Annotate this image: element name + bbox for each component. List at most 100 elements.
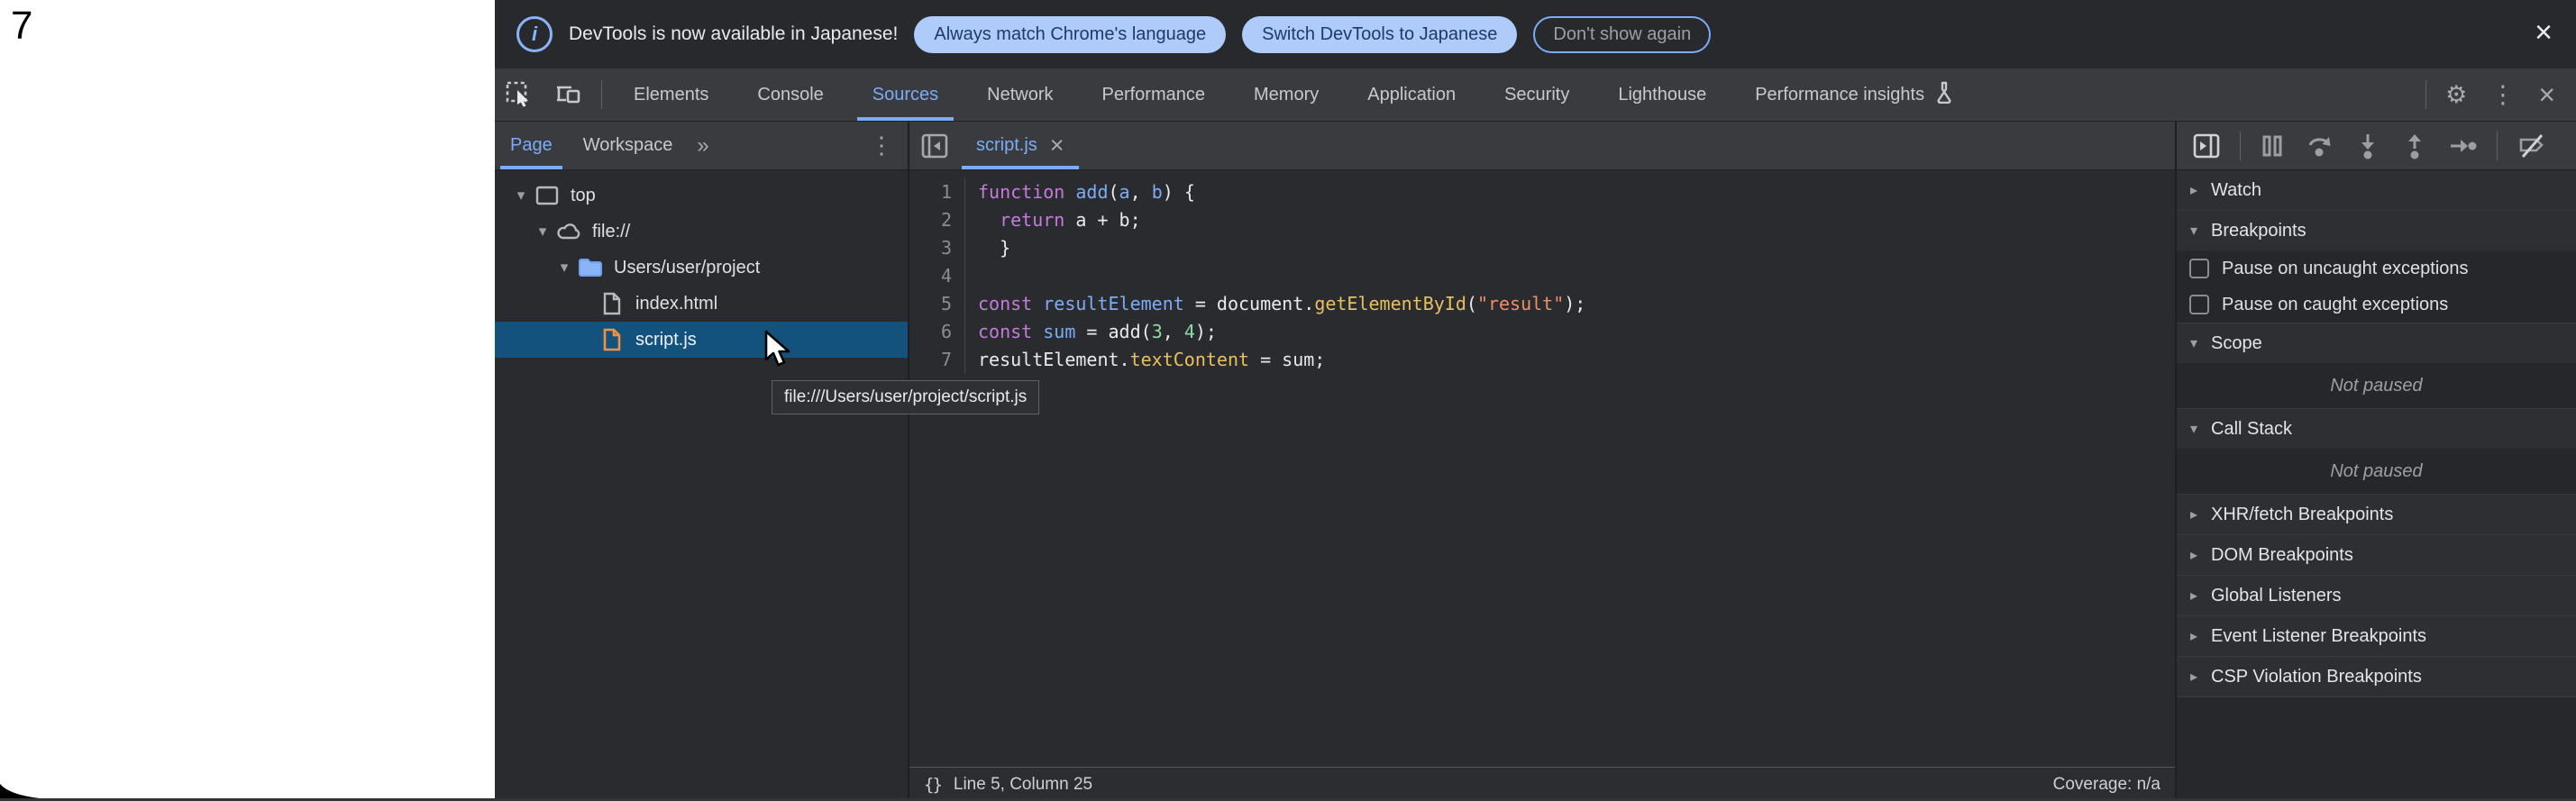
tab-lighthouse[interactable]: Lighthouse [1594, 68, 1731, 121]
more-options-icon[interactable]: ⋮ [2479, 68, 2526, 121]
tree-caret-icon[interactable]: ▾ [507, 187, 534, 205]
navigator-toolbar: PageWorkspace » ⋮ [495, 122, 908, 170]
code-line-text: return a + b; [965, 206, 1141, 234]
device-toolbar-icon[interactable] [544, 68, 594, 121]
line-number[interactable]: 7 [909, 346, 965, 374]
token-plain [978, 209, 1000, 231]
tree-item-index-html[interactable]: index.html [495, 286, 908, 322]
section-caret-icon[interactable]: ▸ [2177, 587, 2211, 605]
line-number[interactable]: 3 [909, 234, 965, 262]
file-tree: ▾top▾file://▾Users/user/projectindex.htm… [495, 170, 908, 801]
code-line: 7resultElement.textContent = sum; [909, 346, 2175, 374]
section-label: Global Listeners [2211, 586, 2342, 606]
tab-label: Application [1367, 85, 1456, 105]
dont-show-again-button[interactable]: Don't show again [1533, 16, 1711, 53]
tree-item-label: Users/user/project [614, 258, 760, 278]
pretty-print-icon[interactable]: {} [924, 775, 941, 795]
section-header-scope[interactable]: ▾Scope [2177, 323, 2576, 363]
section-header-event-listener-breakpoints[interactable]: ▸Event Listener Breakpoints [2177, 615, 2576, 656]
navigator-tab-workspace[interactable]: Workspace [568, 122, 689, 169]
deactivate-breakpoints-icon[interactable] [2507, 122, 2557, 169]
token-plain: ( [1466, 293, 1477, 314]
tab-network[interactable]: Network [963, 68, 1077, 121]
section-caret-icon[interactable]: ▸ [2177, 627, 2211, 645]
section-caret-icon[interactable]: ▸ [2177, 668, 2211, 686]
debugger-toolbar [2177, 122, 2576, 170]
tree-item-file[interactable]: ▾file:// [495, 214, 908, 250]
section-header-global-listeners[interactable]: ▸Global Listeners [2177, 575, 2576, 615]
tree-item-users-user-project[interactable]: ▾ Users/user/project [495, 250, 908, 286]
section-label: CSP Violation Breakpoints [2211, 667, 2422, 687]
tab-memory[interactable]: Memory [1229, 68, 1343, 121]
tree-item-label: index.html [635, 294, 717, 314]
match-chrome-language-button[interactable]: Always match Chrome's language [914, 16, 1226, 53]
tab-elements[interactable]: Elements [609, 68, 733, 121]
tab-performance[interactable]: Performance [1078, 68, 1230, 121]
token-plain: ( [1109, 181, 1119, 203]
step-icon[interactable] [2439, 122, 2488, 169]
tree-item-top[interactable]: ▾top [495, 177, 908, 214]
pause-script-icon[interactable] [2250, 122, 2295, 169]
tab-performance-insights[interactable]: Performance insights [1731, 68, 1979, 121]
tree-caret-icon[interactable]: ▾ [529, 223, 556, 241]
more-tabs-icon[interactable]: » [688, 133, 717, 159]
line-number[interactable]: 2 [909, 206, 965, 234]
tab-label: Network [987, 85, 1053, 105]
close-devtools-icon[interactable]: × [2526, 68, 2567, 121]
tree-item-script-js[interactable]: script.js [495, 322, 908, 358]
tab-sources[interactable]: Sources [848, 68, 963, 121]
section-header-call-stack[interactable]: ▾Call Stack [2177, 408, 2576, 449]
section-caret-icon[interactable]: ▾ [2177, 420, 2211, 438]
editor-tab-label: script.js [976, 135, 1037, 156]
coverage-text: Coverage: n/a [2053, 775, 2160, 795]
section-header-xhr-fetch-breakpoints[interactable]: ▸XHR/fetch Breakpoints [2177, 494, 2576, 534]
debugger-toolbar-separator [2240, 132, 2241, 160]
toggle-sidebar-panel-icon[interactable] [2182, 122, 2231, 169]
infobar-close-icon[interactable]: × [2535, 14, 2553, 50]
navigator-tab-page[interactable]: Page [495, 122, 568, 169]
checkbox-pause-on-caught-exceptions[interactable] [2189, 295, 2209, 314]
line-number[interactable]: 4 [909, 262, 965, 290]
section-empty-state: Not paused [2177, 363, 2576, 408]
checkbox-label: Pause on caught exceptions [2222, 295, 2448, 315]
section-caret-icon[interactable]: ▾ [2177, 334, 2211, 352]
tree-caret-icon[interactable]: ▾ [551, 259, 578, 277]
code-editor[interactable]: 1function add(a, b) {2 return a + b;3 }4… [909, 170, 2175, 767]
code-line: 2 return a + b; [909, 206, 2175, 234]
hide-navigator-icon[interactable] [909, 122, 960, 169]
section-header-breakpoints[interactable]: ▾Breakpoints [2177, 210, 2576, 250]
section-caret-icon[interactable]: ▾ [2177, 222, 2211, 240]
line-number[interactable]: 1 [909, 178, 965, 206]
settings-gear-icon[interactable]: ⚙ [2434, 68, 2479, 121]
editor-tab-close-icon[interactable]: × [1050, 132, 1064, 159]
section-caret-icon[interactable]: ▸ [2177, 546, 2211, 564]
section-caret-icon[interactable]: ▸ [2177, 181, 2211, 199]
section-label: Call Stack [2211, 419, 2292, 440]
sidebar-filler [2177, 696, 2576, 801]
code-line: 6const sum = add(3, 4); [909, 318, 2175, 346]
tab-security[interactable]: Security [1480, 68, 1594, 121]
step-out-icon[interactable] [2392, 122, 2437, 169]
tab-application[interactable]: Application [1343, 68, 1480, 121]
switch-devtools-japanese-button[interactable]: Switch DevTools to Japanese [1242, 16, 1517, 53]
section-header-dom-breakpoints[interactable]: ▸DOM Breakpoints [2177, 534, 2576, 575]
navigator-more-icon[interactable]: ⋮ [855, 132, 908, 159]
tab-console[interactable]: Console [733, 68, 847, 121]
token-def: add [1075, 181, 1108, 203]
checkbox-label: Pause on uncaught exceptions [2222, 259, 2469, 279]
editor-tab-script-js[interactable]: script.js × [960, 122, 1081, 169]
section-caret-icon[interactable]: ▸ [2177, 505, 2211, 523]
token-def: b [1152, 181, 1163, 203]
token-plain: a + b; [1064, 209, 1140, 231]
line-number[interactable]: 6 [909, 318, 965, 346]
section-header-watch[interactable]: ▸Watch [2177, 170, 2576, 210]
section-header-csp-violation-breakpoints[interactable]: ▸CSP Violation Breakpoints [2177, 656, 2576, 696]
step-into-icon[interactable] [2345, 122, 2390, 169]
checkbox-pause-on-uncaught-exceptions[interactable] [2189, 259, 2209, 278]
code-line: 5const resultElement = document.getEleme… [909, 290, 2175, 318]
step-over-icon[interactable] [2297, 122, 2343, 169]
navigator-tabs: PageWorkspace [495, 122, 688, 169]
line-number[interactable]: 5 [909, 290, 965, 318]
inspect-element-icon[interactable] [495, 68, 544, 121]
code-line-text: } [965, 234, 1010, 262]
